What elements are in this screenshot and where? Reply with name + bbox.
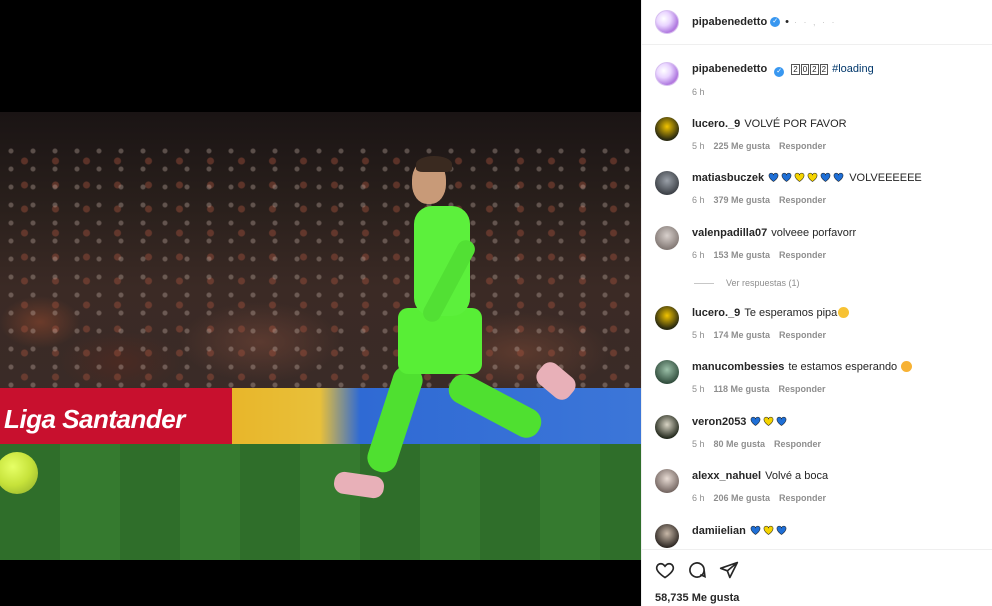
comment-time[interactable]: 5 h xyxy=(692,384,705,394)
caption-digit: 2 xyxy=(791,64,800,75)
commenter-avatar[interactable] xyxy=(655,226,679,250)
comment-time[interactable]: 5 h xyxy=(692,330,705,340)
caption-avatar[interactable] xyxy=(655,62,679,86)
comment-text: volveee porfavorr xyxy=(771,227,857,239)
blue-heart-icon xyxy=(750,525,761,535)
comment-likes[interactable]: 80 Me gusta xyxy=(714,439,766,449)
caption-digit: 0 xyxy=(800,64,810,75)
heart-emojis xyxy=(750,525,789,537)
owner-avatar[interactable] xyxy=(655,10,679,34)
verified-icon: ✓ xyxy=(774,67,785,77)
comment-time[interactable]: 6 h xyxy=(692,195,705,205)
comment-time[interactable]: 6 h xyxy=(692,493,705,503)
comment-username[interactable]: lucero._9 xyxy=(692,118,740,130)
caption-time[interactable]: 6 h xyxy=(692,87,705,97)
replies-line xyxy=(694,282,714,284)
blue-heart-icon xyxy=(776,525,787,535)
comment-username[interactable]: lucero._9 xyxy=(692,307,740,319)
reply-button[interactable]: Responder xyxy=(779,493,826,503)
blue-heart-icon xyxy=(833,172,844,182)
verified-icon: ✓ xyxy=(770,17,781,27)
post-media[interactable]: Liga Santander xyxy=(0,0,641,606)
share-icon[interactable] xyxy=(719,560,739,580)
comment-username[interactable]: alexx_nahuel xyxy=(692,470,761,482)
reply-button[interactable]: Responder xyxy=(779,330,826,340)
view-replies-button[interactable]: Ver respuestas (1) xyxy=(694,278,800,288)
blue-heart-icon xyxy=(820,172,831,182)
yellow-heart-icon xyxy=(794,172,805,182)
comment-likes[interactable]: 118 Me gusta xyxy=(714,384,770,394)
caption-hashtag[interactable]: #loading xyxy=(832,63,874,75)
reply-button[interactable]: Responder xyxy=(779,384,826,394)
blue-heart-icon xyxy=(751,416,761,426)
blue-heart-icon xyxy=(781,172,792,182)
ad-board-text: Liga Santander xyxy=(4,404,185,434)
comment-text: Volvé a boca xyxy=(765,470,829,482)
commenter-avatar[interactable] xyxy=(655,415,679,439)
blue-heart-icon xyxy=(768,172,779,182)
heart-icon[interactable] xyxy=(655,560,675,580)
commenter-avatar[interactable] xyxy=(655,117,679,141)
caption: pipabenedetto ✓ 2022 #loading 6 h xyxy=(655,62,982,97)
post-sidebar: pipabenedetto ✓ • · · , · · pipabenedett… xyxy=(641,0,992,606)
comment-time[interactable]: 6 h xyxy=(692,250,705,260)
blue-heart-icon xyxy=(777,416,787,426)
comment-text: VOLVEEEEEE xyxy=(849,172,922,184)
heart-emojis xyxy=(750,416,789,428)
reply-button[interactable]: Responder xyxy=(779,141,826,151)
comment-username[interactable]: matiasbuczek xyxy=(692,172,764,184)
view-replies-label: Ver respuestas (1) xyxy=(726,278,800,288)
comment-row: veron2053 5 h 80 Me gusta Responder xyxy=(655,415,982,449)
comment-time[interactable]: 5 h xyxy=(692,141,705,151)
comment-likes[interactable]: 174 Me gusta xyxy=(714,330,771,340)
comment-time[interactable]: 5 h xyxy=(692,439,705,449)
comment-likes[interactable]: 206 Me gusta xyxy=(714,493,771,503)
owner-username[interactable]: pipabenedetto xyxy=(692,16,767,28)
comments-list[interactable]: pipabenedetto ✓ 2022 #loading 6 h lucero.… xyxy=(642,46,992,549)
commenter-avatar[interactable] xyxy=(655,469,679,493)
heart-emojis xyxy=(768,172,846,184)
commenter-avatar[interactable] xyxy=(655,171,679,195)
comment-likes[interactable]: 379 Me gusta xyxy=(714,195,771,205)
comment-icon[interactable] xyxy=(687,560,707,580)
comment-row: manucombessies te estamos esperando 5 h 11… xyxy=(655,360,982,394)
post-photo[interactable]: Liga Santander xyxy=(0,112,641,560)
header-separator: • xyxy=(785,16,790,28)
reply-button[interactable]: Responder xyxy=(779,195,826,205)
commenter-avatar[interactable] xyxy=(655,360,679,384)
heart-eyes-emoji xyxy=(901,361,913,372)
header-faint-text: · · , · · xyxy=(794,17,837,27)
comment-text: Te esperamos pipa xyxy=(744,307,838,319)
caption-digit: 2 xyxy=(810,64,819,75)
comment-username[interactable]: veron2053 xyxy=(692,416,746,428)
post-actions: 58,735 Me gusta xyxy=(642,549,992,606)
sad-face-emoji xyxy=(838,307,850,318)
comment-likes[interactable]: 225 Me gusta xyxy=(714,141,771,151)
comment-text: VOLVÉ POR FAVOR xyxy=(744,118,847,130)
comment-row: matiasbuczek VOLVEEEEEE 6 h 379 Me gusta R… xyxy=(655,171,982,205)
comment-username[interactable]: manucombessies xyxy=(692,361,784,373)
likes-count[interactable]: 58,735 Me gusta xyxy=(655,592,739,604)
yellow-heart-icon xyxy=(764,416,774,426)
caption-username[interactable]: pipabenedetto xyxy=(692,63,767,75)
comment-likes[interactable]: 153 Me gusta xyxy=(714,250,771,260)
yellow-heart-icon xyxy=(807,172,818,182)
comment-row: alexx_nahuel Volvé a boca 6 h 206 Me gusta… xyxy=(655,469,982,503)
yellow-heart-icon xyxy=(763,525,774,535)
post-header: pipabenedetto ✓ • · · , · · xyxy=(642,0,992,45)
comment-username[interactable]: damiielian xyxy=(692,525,746,537)
caption-digit: 2 xyxy=(819,64,829,75)
comment-row: lucero._9 Te esperamos pipa 5 h 174 Me gus… xyxy=(655,306,982,340)
comment-row: lucero._9 VOLVÉ POR FAVOR 5 h 225 Me gusta… xyxy=(655,117,982,151)
comment-row: valenpadilla07 volveee porfavorr 6 h 153 M… xyxy=(655,226,982,260)
comment-row: damiielian xyxy=(655,524,982,548)
commenter-avatar[interactable] xyxy=(655,306,679,330)
reply-button[interactable]: Responder xyxy=(774,439,821,449)
football-player xyxy=(330,156,580,516)
reply-button[interactable]: Responder xyxy=(779,250,826,260)
commenter-avatar[interactable] xyxy=(655,524,679,548)
comment-username[interactable]: valenpadilla07 xyxy=(692,227,767,239)
comment-text: te estamos esperando xyxy=(788,361,898,373)
